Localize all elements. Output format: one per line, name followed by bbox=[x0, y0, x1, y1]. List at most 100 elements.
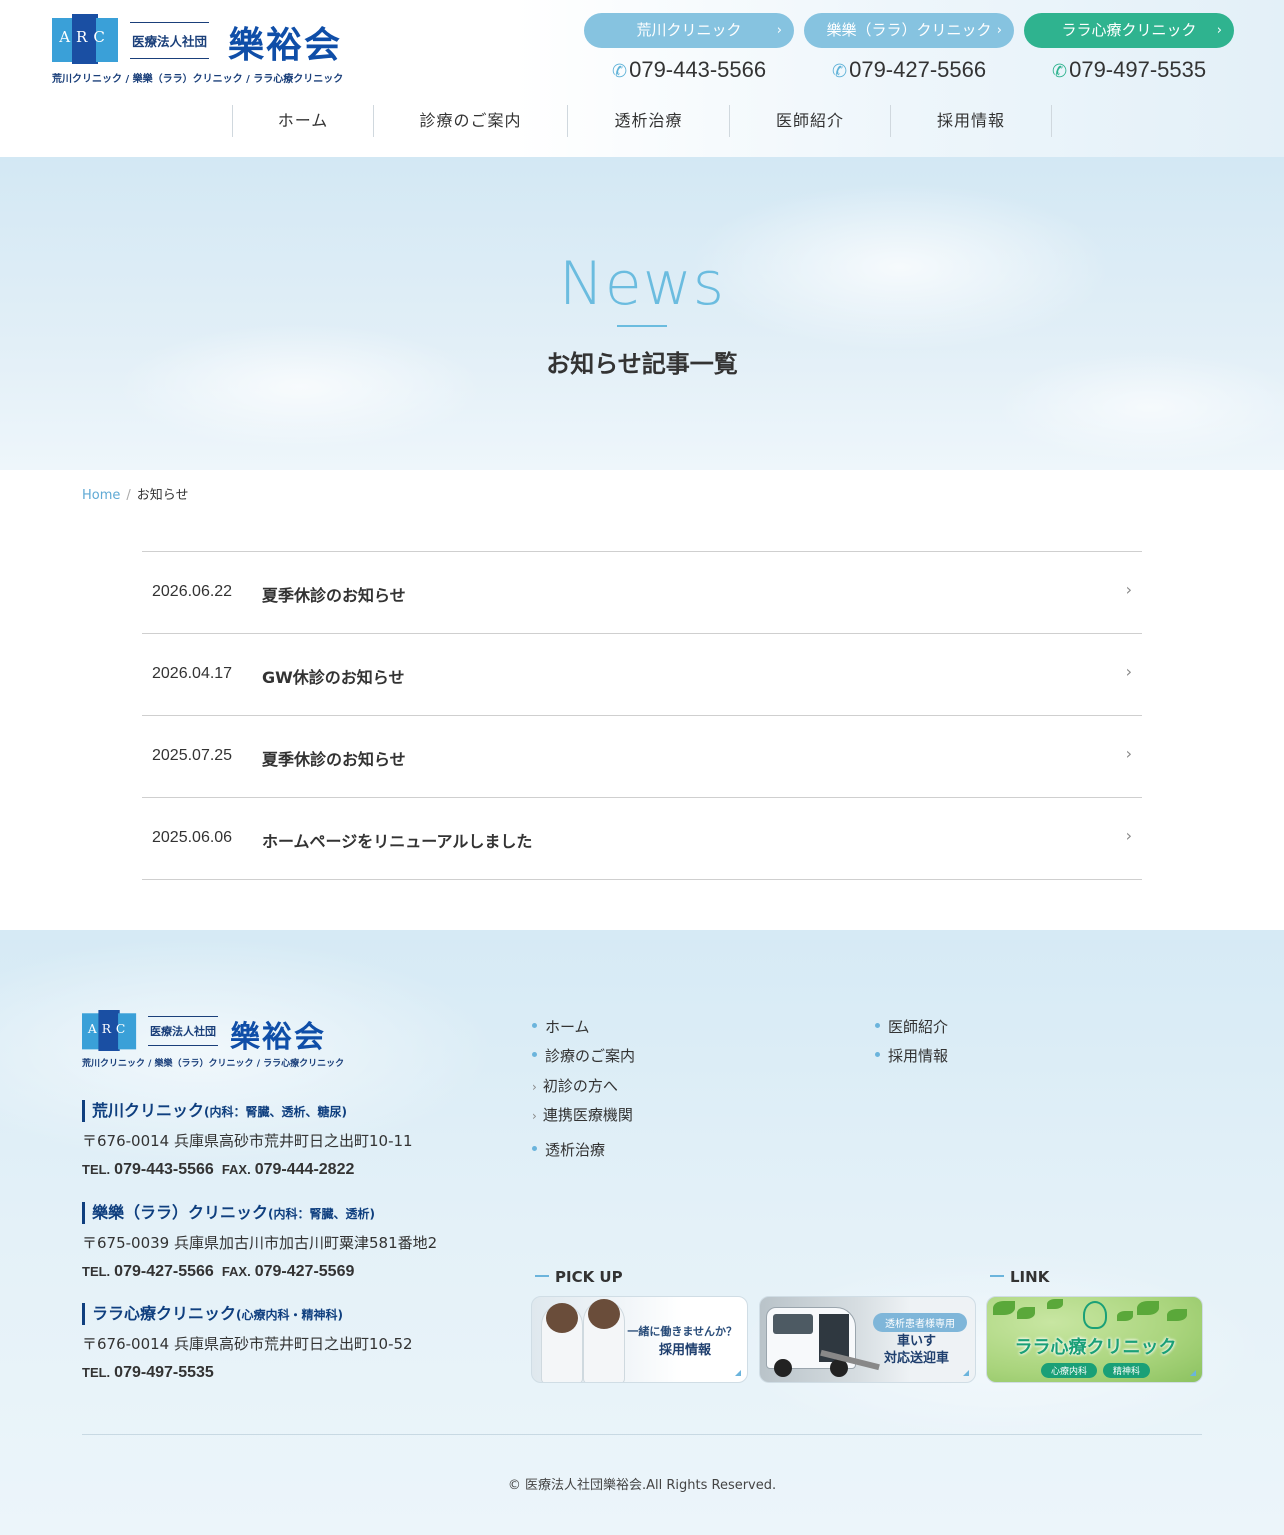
clinic-button-lala[interactable]: 樂樂（ララ）クリニック › bbox=[804, 13, 1014, 48]
banner-lala-shinryo-link[interactable]: ララ心療クリニック 心療内科 精神科 bbox=[986, 1296, 1203, 1383]
tel-link-arakawa[interactable]: ✆079-443-5566 bbox=[612, 57, 766, 83]
global-nav: ホーム 診療のご案内 透析治療 医師紹介 採用情報 bbox=[232, 105, 1052, 137]
page-title: News bbox=[558, 249, 726, 319]
logo-mark-icon: ARC bbox=[82, 1010, 137, 1051]
banner-van-line1: 車いす bbox=[896, 1334, 936, 1349]
owl-icon bbox=[1083, 1301, 1107, 1329]
news-list: 2026.06.22 夏季休診のお知らせ › 2026.04.17 GW休診のお… bbox=[142, 551, 1142, 880]
clinic-address: 〒676-0014 兵庫県高砂市荒井町日之出町10-52 bbox=[82, 1335, 413, 1353]
clinic-tel[interactable]: 079-427-5566 bbox=[114, 1263, 214, 1280]
logo-corp-type: 医療法人社団 bbox=[148, 1016, 218, 1046]
news-title: ホームページをリニューアルしました bbox=[262, 832, 533, 851]
bullet-dot-icon bbox=[532, 1052, 537, 1057]
clinic-name: ララ心療クリニック bbox=[92, 1304, 237, 1323]
site-header: ARC 医療法人社団 樂裕会 荒川クリニック / 樂樂（ララ）クリニック / ラ… bbox=[0, 0, 1284, 157]
phone-icon: ✆ bbox=[612, 61, 628, 81]
footer-nav-label: 初診の方へ bbox=[542, 1077, 618, 1095]
footer-nav-partner-institutions[interactable]: › 連携医療機関 bbox=[532, 1104, 633, 1125]
logo-clinics-line: 荒川クリニック / 樂樂（ララ）クリニック / ララ心療クリニック bbox=[52, 74, 344, 85]
banner-wheelchair-van[interactable]: 透析患者様専用 車いす対応送迎車 bbox=[759, 1296, 976, 1383]
clinic-tel[interactable]: 079-443-5566 bbox=[114, 1161, 214, 1178]
chevron-right-icon: › bbox=[996, 23, 1002, 38]
footer-nav-first-visit[interactable]: › 初診の方へ bbox=[532, 1075, 618, 1096]
clinic-button-arakawa[interactable]: 荒川クリニック › bbox=[584, 13, 794, 48]
clinic-name: 樂樂（ララ）クリニック bbox=[92, 1203, 269, 1222]
bullet-dot-icon bbox=[532, 1146, 537, 1151]
footer-nav-dialysis[interactable]: 透析治療 bbox=[532, 1139, 605, 1160]
tel-link-lala[interactable]: ✆079-427-5566 bbox=[832, 57, 986, 83]
footer-nav-medical-guide[interactable]: 診療のご案内 bbox=[532, 1045, 635, 1066]
site-logo[interactable]: ARC 医療法人社団 樂裕会 荒川クリニック / 樂樂（ララ）クリニック / ラ… bbox=[52, 14, 352, 86]
tel-number: 079-497-5535 bbox=[1069, 57, 1207, 82]
banner-van-pill: 透析患者様専用 bbox=[873, 1313, 967, 1332]
clinic-tel[interactable]: 079-497-5535 bbox=[114, 1364, 214, 1381]
corner-arrow-icon bbox=[735, 1370, 741, 1376]
page-subtitle: お知らせ記事一覧 bbox=[546, 350, 738, 378]
clinic-button-lala-shinryo[interactable]: ララ心療クリニック › bbox=[1024, 13, 1234, 48]
footer-nav-home[interactable]: ホーム bbox=[532, 1016, 590, 1037]
heading-bar bbox=[990, 1274, 1004, 1277]
banner-recruit[interactable]: 一緒に働きませんか？ 採用情報 bbox=[531, 1296, 748, 1383]
nav-item-medical-guide[interactable]: 診療のご案内 bbox=[374, 105, 568, 137]
chevron-right-icon: › bbox=[532, 1109, 537, 1123]
fax-label: FAX. bbox=[221, 1264, 251, 1279]
footer-nav-doctors[interactable]: 医師紹介 bbox=[875, 1016, 948, 1037]
chevron-right-icon: › bbox=[1125, 744, 1132, 763]
footer-nav-recruit[interactable]: 採用情報 bbox=[875, 1045, 948, 1066]
clinic-dept: (内科：腎臓、透析) bbox=[268, 1207, 375, 1221]
fax-label: FAX. bbox=[221, 1162, 251, 1177]
news-date: 2025.06.06 bbox=[152, 829, 233, 846]
breadcrumb-separator: / bbox=[126, 488, 131, 503]
clinic-button-label: ララ心療クリニック bbox=[1061, 21, 1197, 39]
title-divider bbox=[617, 325, 667, 327]
news-item[interactable]: 2025.06.06 ホームページをリニューアルしました › bbox=[142, 798, 1142, 880]
clinic-fax: 079-427-5569 bbox=[254, 1263, 355, 1280]
nav-item-home[interactable]: ホーム bbox=[233, 105, 374, 137]
footer-divider bbox=[82, 1434, 1202, 1435]
tel-number: 079-427-5566 bbox=[849, 57, 987, 82]
logo-mark-letters: ARC bbox=[59, 28, 111, 46]
news-item[interactable]: 2025.07.25 夏季休診のお知らせ › bbox=[142, 716, 1142, 798]
clinic-dept: (内科：腎臓、透析、糖尿) bbox=[204, 1105, 347, 1119]
logo-mark-letters: ARC bbox=[87, 1021, 131, 1037]
news-title: GW休診のお知らせ bbox=[262, 668, 405, 687]
page-hero: News お知らせ記事一覧 bbox=[0, 157, 1284, 470]
banner-recruit-tagline: 一緒に働きませんか？ bbox=[627, 1325, 737, 1338]
nav-item-dialysis[interactable]: 透析治療 bbox=[568, 105, 730, 137]
nav-item-recruit[interactable]: 採用情報 bbox=[891, 105, 1052, 137]
clinic-buttons: 荒川クリニック › 樂樂（ララ）クリニック › ララ心療クリニック › ✆079… bbox=[584, 13, 1234, 93]
news-item[interactable]: 2026.06.22 夏季休診のお知らせ › bbox=[142, 552, 1142, 634]
tel-number: 079-443-5566 bbox=[629, 57, 767, 82]
footer-clinic-arakawa: 荒川クリニック(内科：腎臓、透析、糖尿) 〒676-0014 兵庫県高砂市荒井町… bbox=[82, 1100, 502, 1179]
tel-link-lala-shinryo[interactable]: ✆079-497-5535 bbox=[1052, 57, 1206, 83]
banner-van-line2: 対応送迎車 bbox=[883, 1351, 949, 1366]
news-item[interactable]: 2026.04.17 GW休診のお知らせ › bbox=[142, 634, 1142, 716]
chevron-right-icon: › bbox=[1125, 662, 1132, 681]
banner-lala-title: ララ心療クリニック bbox=[1014, 1337, 1177, 1358]
nav-item-doctors[interactable]: 医師紹介 bbox=[730, 105, 891, 137]
footer-nav-label: 採用情報 bbox=[888, 1047, 949, 1065]
copyright: © 医療法人社団樂裕会.All Rights Reserved. bbox=[507, 1478, 777, 1493]
footer-nav-label: 医師紹介 bbox=[888, 1018, 949, 1036]
clinic-dept: (心療内科・精神科) bbox=[236, 1308, 343, 1322]
tel-label: TEL. bbox=[82, 1264, 111, 1279]
news-date: 2026.06.22 bbox=[152, 583, 233, 600]
clinic-button-label: 荒川クリニック bbox=[636, 21, 742, 39]
footer-clinic-lala: 樂樂（ララ）クリニック(内科：腎臓、透析) 〒675-0039 兵庫県加古川市加… bbox=[82, 1202, 502, 1281]
tel-label: TEL. bbox=[82, 1162, 111, 1177]
clinic-address: 〒675-0039 兵庫県加古川市加古川町粟津581番地2 bbox=[82, 1234, 438, 1252]
footer-nav-label: 連携医療機関 bbox=[542, 1106, 633, 1124]
breadcrumb-home-link[interactable]: Home bbox=[82, 488, 120, 503]
news-date: 2026.04.17 bbox=[152, 665, 233, 682]
clinic-address: 〒676-0014 兵庫県高砂市荒井町日之出町10-11 bbox=[82, 1132, 413, 1150]
news-date: 2025.07.25 bbox=[152, 747, 233, 764]
footer-logo[interactable]: ARC 医療法人社団 樂裕会 荒川クリニック / 樂樂（ララ）クリニック / ラ… bbox=[82, 1010, 344, 1070]
news-title: 夏季休診のお知らせ bbox=[262, 586, 406, 605]
link-heading: LINK bbox=[990, 1268, 1049, 1286]
corner-arrow-icon bbox=[963, 1370, 969, 1376]
link-heading-label: LINK bbox=[1010, 1268, 1050, 1286]
logo-name: 樂裕会 bbox=[230, 1020, 326, 1055]
heading-bar bbox=[535, 1274, 549, 1277]
banner-recruit-title: 採用情報 bbox=[658, 1343, 711, 1358]
logo-corp-type: 医療法人社団 bbox=[130, 22, 210, 59]
